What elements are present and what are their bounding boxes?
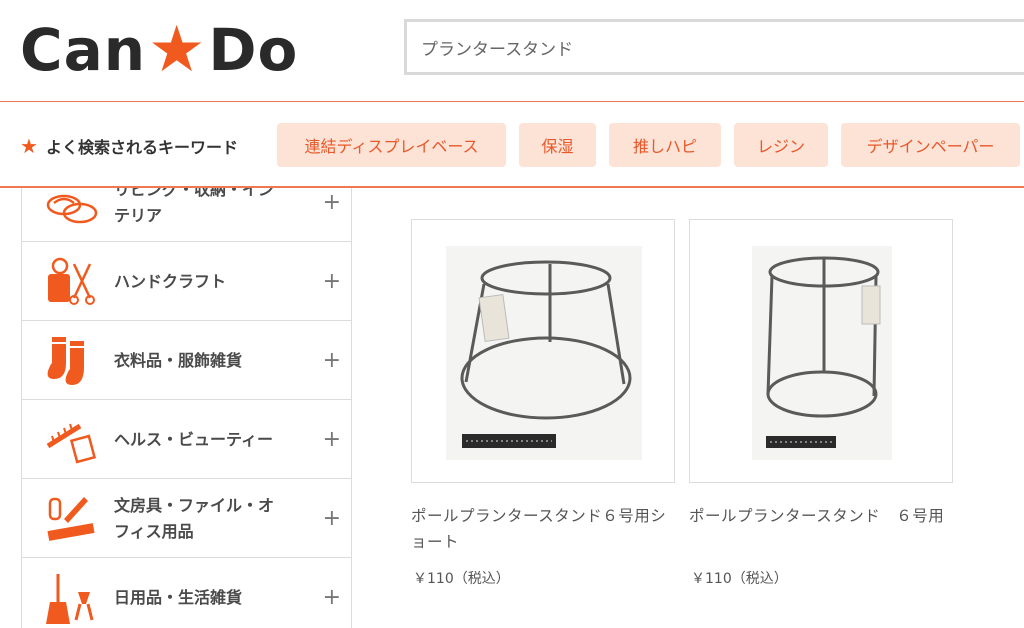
expand-plus-icon[interactable]: + [323, 242, 341, 321]
keyword-label-text: よく検索されるキーワード [45, 138, 238, 157]
product-name[interactable]: ポールプランタースタンド ６号用 [689, 503, 953, 529]
site-header: Can ★ Do [0, 0, 1024, 103]
product-image[interactable] [411, 219, 675, 483]
product-photo [752, 246, 892, 460]
category-label: 衣料品・服飾雑貨 [114, 350, 243, 370]
star-icon: ★ [20, 134, 38, 158]
product-price: ￥110（税込） [413, 571, 510, 587]
planter-stand-image [766, 256, 881, 448]
planter-stand-short-image [460, 260, 632, 448]
keyword-tag[interactable]: レジン [734, 123, 828, 167]
search-input[interactable] [407, 22, 1024, 72]
category-label: リビング・収納・イン テリア [114, 188, 275, 225]
stationery-icon [47, 497, 95, 541]
keyword-bar: ★ よく検索されるキーワード 連結ディスプレイベース 保湿 推しハピ レジン デ… [0, 102, 1024, 188]
comb-mirror-icon [46, 423, 97, 464]
category-item-daily-goods[interactable]: 日用品・生活雑貨 + [22, 558, 351, 628]
slippers-icon [46, 194, 98, 224]
expand-plus-icon[interactable]: + [323, 321, 341, 400]
category-label: 日用品・生活雑貨 [114, 587, 243, 607]
expand-plus-icon[interactable]: + [323, 400, 341, 479]
category-item-handcraft[interactable]: ハンドクラフト + [22, 242, 351, 321]
expand-plus-icon[interactable]: + [323, 479, 341, 558]
broom-icon [46, 574, 94, 624]
product-name[interactable]: ポールプランタースタンド６号用ショート [411, 503, 679, 555]
keyword-tag[interactable]: 推しハピ [609, 123, 721, 167]
category-label: ヘルス・ビューティー [114, 429, 274, 449]
keyword-tag[interactable]: デザインペーパー [841, 123, 1020, 167]
keyword-tag[interactable]: 保湿 [519, 123, 596, 167]
category-sidebar: リビング・収納・イン テリア + ハンドクラフト + 衣料品・服飾雑貨 + ヘル… [21, 188, 352, 628]
category-item-clothing[interactable]: 衣料品・服飾雑貨 + [22, 321, 351, 400]
product-photo [446, 246, 642, 460]
logo-star-icon: ★ [148, 13, 207, 87]
category-item-health-beauty[interactable]: ヘルス・ビューティー + [22, 400, 351, 479]
search-box [404, 19, 1024, 75]
logo-text-do: Do [208, 16, 299, 84]
category-label: 文房具・ファイル・オ フィス用品 [114, 495, 275, 541]
keyword-label: ★ よく検索されるキーワード [20, 134, 238, 158]
category-item-stationery[interactable]: 文房具・ファイル・オ フィス用品 + [22, 479, 351, 558]
sewing-icon [48, 257, 95, 305]
cando-logo[interactable]: Can ★ Do [20, 14, 298, 86]
logo-text-can: Can [20, 16, 146, 84]
category-label: ハンドクラフト [114, 271, 227, 291]
expand-plus-icon[interactable]: + [323, 558, 341, 628]
product-price: ￥110（税込） [691, 571, 788, 587]
category-item-living[interactable]: リビング・収納・イン テリア + [22, 188, 351, 242]
keyword-tag[interactable]: 連結ディスプレイベース [277, 123, 506, 167]
product-image[interactable] [689, 219, 953, 483]
socks-icon [47, 337, 84, 385]
expand-plus-icon[interactable]: + [323, 188, 341, 242]
